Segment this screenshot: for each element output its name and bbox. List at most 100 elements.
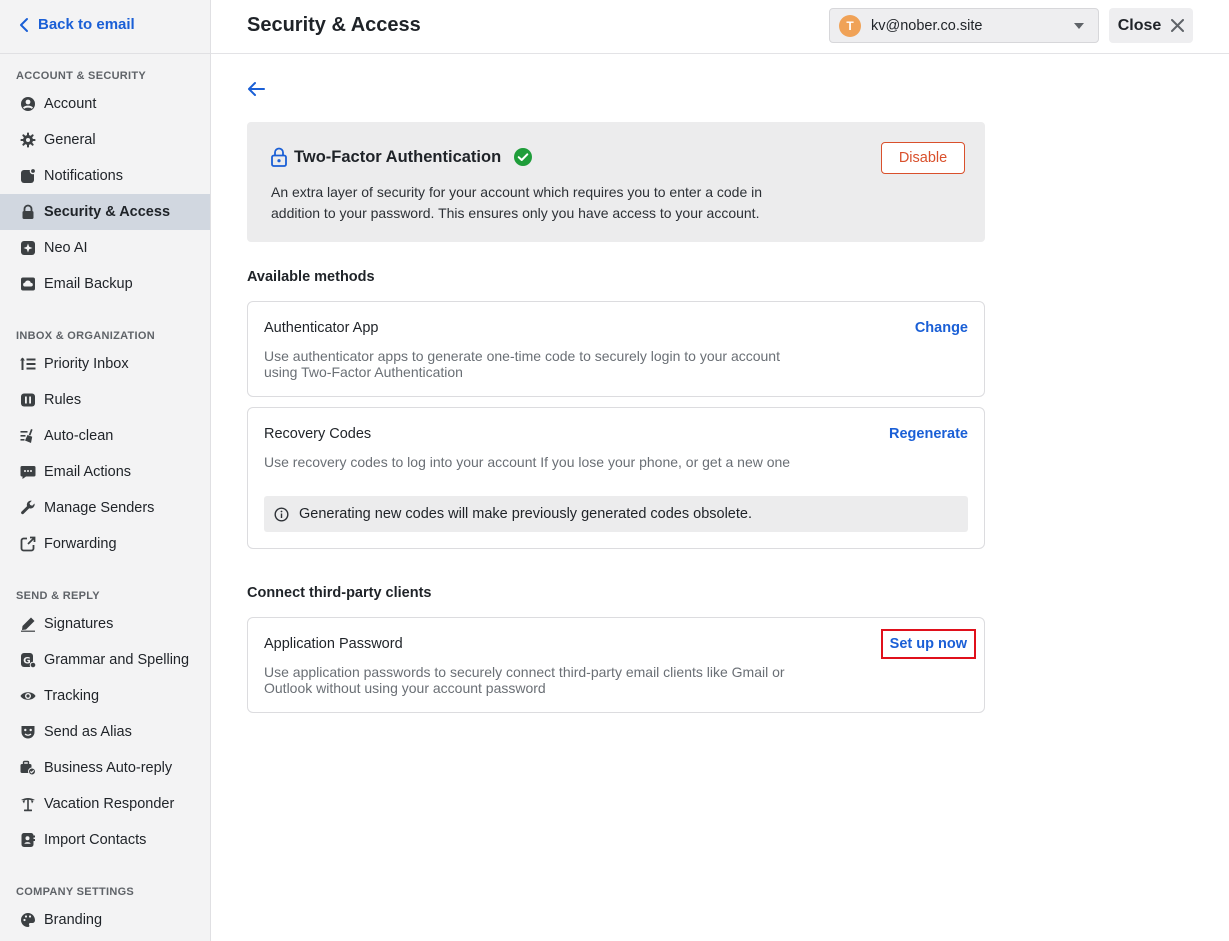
application-password-title: Application Password bbox=[264, 636, 403, 652]
sidebar-item-branding[interactable]: Branding bbox=[0, 902, 210, 938]
sidebar-item-label: Import Contacts bbox=[44, 832, 147, 848]
sidebar-item-tracking[interactable]: Tracking bbox=[0, 678, 210, 714]
sidebar-item-forwarding[interactable]: Forwarding bbox=[0, 526, 210, 562]
sidebar-item-label: Auto-clean bbox=[44, 428, 114, 444]
caret-down-icon bbox=[1074, 23, 1084, 29]
sidebar-item-general[interactable]: General bbox=[0, 122, 210, 158]
sidebar-item-label: Grammar and Spelling bbox=[44, 652, 190, 668]
sparkle-icon bbox=[19, 240, 36, 257]
main-content: Two-Factor Authentication An extra layer… bbox=[211, 54, 1229, 941]
sidebar-item-label: Priority Inbox bbox=[44, 356, 129, 372]
two-factor-card: Two-Factor Authentication An extra layer… bbox=[247, 122, 985, 242]
recovery-codes-notice-text: Generating new codes will make previousl… bbox=[299, 506, 752, 522]
avatar: T bbox=[839, 14, 861, 37]
section-title-inbox-organization: INBOX & ORGANIZATION bbox=[16, 330, 156, 342]
wrench-icon bbox=[19, 500, 36, 517]
sidebar-item-label: Notifications bbox=[44, 168, 123, 184]
sidebar-item-label: Business Auto-reply bbox=[44, 760, 173, 776]
mask-icon bbox=[19, 724, 36, 741]
rules-icon bbox=[19, 392, 36, 409]
svg-text:G: G bbox=[23, 657, 30, 667]
palm-tree-icon bbox=[19, 796, 36, 813]
contacts-icon bbox=[19, 832, 36, 849]
application-password-card: Application Password Use application pas… bbox=[247, 617, 985, 713]
sidebar-item-label: Forwarding bbox=[44, 536, 117, 552]
palette-icon bbox=[19, 912, 36, 929]
sidebar-item-label: Send as Alias bbox=[44, 724, 132, 740]
section-title-account-security: ACCOUNT & SECURITY bbox=[16, 70, 147, 82]
sidebar-item-business-auto-reply[interactable]: Business Auto-reply bbox=[0, 750, 210, 786]
sidebar-item-notifications[interactable]: Notifications bbox=[0, 158, 210, 194]
authenticator-app-card: Authenticator App Use authenticator apps… bbox=[247, 301, 985, 397]
settings-sidebar: Back to email ACCOUNT & SECURITY Account… bbox=[0, 0, 211, 941]
sidebar-item-neo-ai[interactable]: Neo AI bbox=[0, 230, 210, 266]
check-circle-icon bbox=[514, 148, 533, 166]
authenticator-app-description: Use authenticator apps to generate one-t… bbox=[264, 348, 780, 380]
two-factor-description: An extra layer of security for your acco… bbox=[271, 184, 763, 221]
sidebar-item-label: Security & Access bbox=[44, 204, 171, 220]
page-header: Security & Access T kv@nober.co.site Clo… bbox=[211, 0, 1229, 54]
lock-icon bbox=[271, 147, 287, 167]
sidebar-item-label: Vacation Responder bbox=[44, 796, 175, 812]
sidebar-item-email-backup[interactable]: Email Backup bbox=[0, 266, 210, 302]
sidebar-item-account[interactable]: Account bbox=[0, 86, 210, 122]
sidebar-divider bbox=[0, 53, 210, 54]
authenticator-app-title: Authenticator App bbox=[264, 320, 379, 336]
disable-button[interactable]: Disable bbox=[881, 142, 965, 174]
recovery-codes-title: Recovery Codes bbox=[264, 426, 372, 442]
arrow-left-icon[interactable] bbox=[247, 81, 265, 97]
sidebar-item-label: Account bbox=[44, 96, 97, 112]
sidebar-item-vacation-responder[interactable]: Vacation Responder bbox=[0, 786, 210, 822]
info-icon bbox=[274, 506, 289, 522]
sidebar-item-manage-senders[interactable]: Manage Senders bbox=[0, 490, 210, 526]
change-button[interactable]: Change bbox=[915, 320, 968, 336]
auto-reply-icon bbox=[19, 760, 36, 777]
sidebar-item-send-as-alias[interactable]: Send as Alias bbox=[0, 714, 210, 750]
sidebar-item-import-contacts[interactable]: Import Contacts bbox=[0, 822, 210, 858]
sidebar-item-grammar-spelling[interactable]: G Grammar and Spelling bbox=[0, 642, 210, 678]
forward-icon bbox=[19, 536, 36, 553]
sidebar-item-auto-clean[interactable]: Auto-clean bbox=[0, 418, 210, 454]
sidebar-item-priority-inbox[interactable]: Priority Inbox bbox=[0, 346, 210, 382]
cloud-backup-icon bbox=[19, 276, 36, 293]
sidebar-item-label: Email Actions bbox=[44, 464, 132, 480]
sidebar-item-rules[interactable]: Rules bbox=[0, 382, 210, 418]
sidebar-item-email-actions[interactable]: Email Actions bbox=[0, 454, 210, 490]
sidebar-item-label: Email Backup bbox=[44, 276, 133, 292]
section-title-company-settings: COMPANY SETTINGS bbox=[16, 886, 135, 898]
sidebar-item-label: Neo AI bbox=[44, 240, 88, 256]
close-icon bbox=[1171, 19, 1185, 32]
back-to-email-link[interactable]: Back to email bbox=[18, 16, 135, 33]
sidebar-item-label: General bbox=[44, 132, 96, 148]
page-title: Security & Access bbox=[247, 14, 421, 36]
close-button[interactable]: Close bbox=[1109, 8, 1193, 43]
gear-icon bbox=[19, 132, 36, 149]
sidebar-item-security-access[interactable]: Security & Access bbox=[0, 194, 210, 230]
priority-list-icon bbox=[19, 356, 36, 373]
two-factor-title-row: Two-Factor Authentication bbox=[270, 147, 533, 167]
sidebar-item-signatures[interactable]: Signatures bbox=[0, 606, 210, 642]
recovery-codes-notice: Generating new codes will make previousl… bbox=[264, 496, 968, 532]
close-label: Close bbox=[1117, 16, 1162, 34]
set-up-now-button[interactable]: Set up now bbox=[880, 629, 976, 659]
third-party-heading: Connect third-party clients bbox=[247, 585, 432, 601]
sidebar-item-label: Signatures bbox=[44, 616, 114, 632]
eye-icon bbox=[19, 688, 36, 705]
application-password-description: Use application passwords to securely co… bbox=[264, 664, 785, 696]
regenerate-button[interactable]: Regenerate bbox=[889, 426, 968, 442]
account-selector[interactable]: T kv@nober.co.site bbox=[829, 8, 1099, 43]
email-actions-icon bbox=[19, 464, 36, 481]
sidebar-item-label: Tracking bbox=[44, 688, 100, 704]
user-circle-icon bbox=[19, 96, 36, 113]
back-to-email-label: Back to email bbox=[38, 16, 135, 33]
grammar-icon: G bbox=[19, 652, 36, 669]
recovery-codes-card: Recovery Codes Use recovery codes to log… bbox=[247, 407, 985, 549]
sidebar-item-label: Branding bbox=[44, 912, 103, 928]
account-email: kv@nober.co.site bbox=[871, 17, 983, 34]
broom-icon bbox=[19, 428, 36, 445]
available-methods-heading: Available methods bbox=[247, 269, 375, 285]
sidebar-item-label: Manage Senders bbox=[44, 500, 155, 516]
sidebar-item-label: Rules bbox=[44, 392, 82, 408]
recovery-codes-description: Use recovery codes to log into your acco… bbox=[264, 454, 791, 470]
lock-icon bbox=[19, 204, 36, 221]
